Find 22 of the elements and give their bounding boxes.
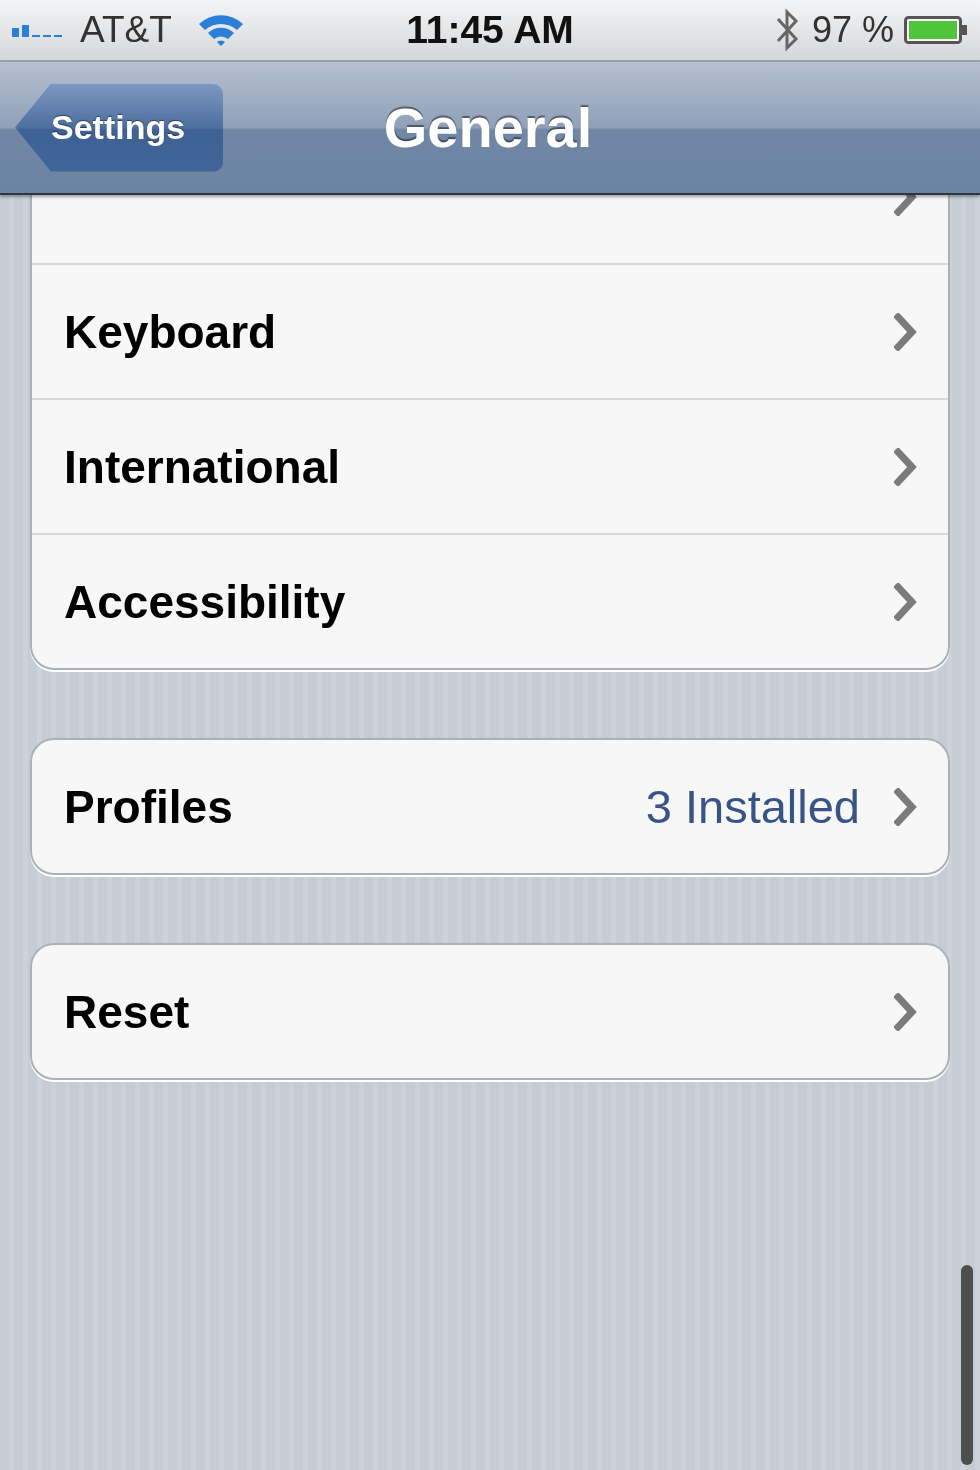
settings-row[interactable]: Profiles 3 Installed [32,740,948,873]
row-label: Reset [64,984,191,1039]
carrier-name: AT&T [80,9,172,51]
back-button[interactable]: Settings [15,83,223,172]
row-value: 3 Installed [645,779,860,834]
row-label: Keyboard [64,304,278,359]
clock: 11:45 AM [406,8,574,52]
screen-title: General [383,95,593,160]
battery-icon [904,16,968,44]
chevron-icon [894,992,918,1031]
row-label: International [64,439,342,494]
settings-row[interactable]: Keyboard [32,263,948,398]
row-label: Profiles [64,779,234,834]
battery-percentage: 97 % [811,9,894,51]
settings-row[interactable]: International [32,398,948,533]
chevron-icon [894,582,918,621]
settings-row[interactable]: Reset [32,945,948,1078]
settings-row[interactable]: Accessibility [32,533,948,668]
chevron-icon [894,447,918,486]
chevron-icon [894,312,918,351]
chevron-icon [894,787,918,826]
row-label: Accessibility [64,574,347,629]
